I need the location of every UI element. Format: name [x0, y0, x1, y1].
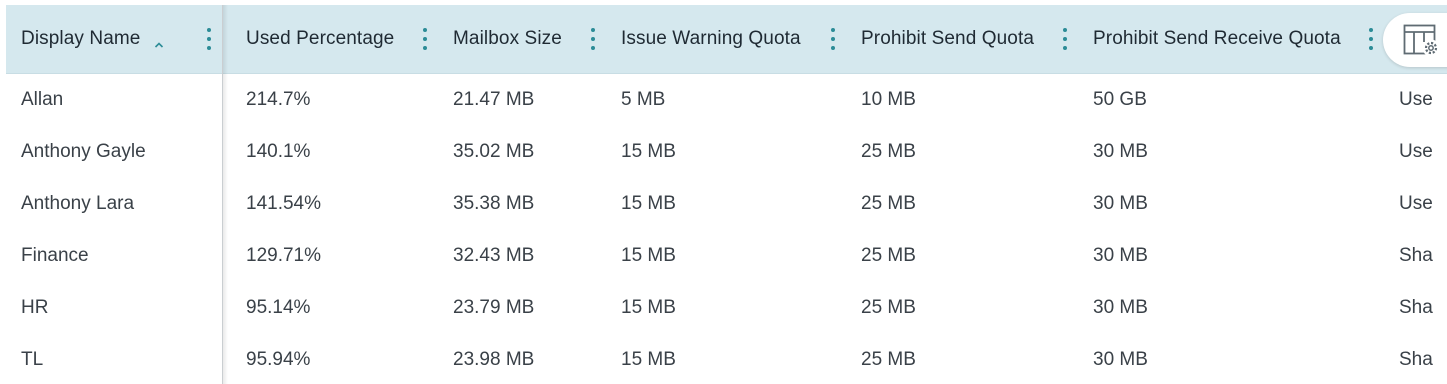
cell-used-percentage: 141.54%: [246, 193, 322, 214]
cell-mailbox-size: 23.98 MB: [453, 349, 535, 370]
cell-overflow: Use: [1399, 193, 1433, 214]
cell-used-percentage: 95.94%: [246, 349, 311, 370]
cell-issue-warning-quota: 15 MB: [621, 245, 676, 266]
mailbox-quota-grid: Display Name Used Percentage Mailbox Siz…: [6, 5, 1447, 384]
cell-display-name: Finance: [21, 245, 89, 266]
cell-prohibit-send-receive-quota: 30 MB: [1093, 245, 1148, 266]
cell-prohibit-send-receive-quota: 50 GB: [1093, 89, 1147, 110]
cell-issue-warning-quota: 5 MB: [621, 89, 666, 110]
cell-overflow: Use: [1399, 89, 1433, 110]
cell-issue-warning-quota: 15 MB: [621, 349, 676, 370]
cell-mailbox-size: 21.47 MB: [453, 89, 535, 110]
column-header-label: Used Percentage: [246, 28, 395, 49]
chevron-up-icon[interactable]: [154, 34, 164, 48]
column-header-label: Prohibit Send Receive Quota: [1093, 28, 1341, 49]
kebab-menu-icon[interactable]: [206, 28, 212, 50]
cell-mailbox-size: 32.43 MB: [453, 245, 535, 266]
cell-display-name: TL: [21, 349, 44, 370]
cell-display-name: Anthony Gayle: [21, 141, 146, 162]
cell-overflow: Sha: [1399, 245, 1433, 266]
column-header-label: Prohibit Send Quota: [861, 28, 1035, 49]
kebab-menu-icon[interactable]: [1368, 28, 1374, 50]
cell-prohibit-send-receive-quota: 30 MB: [1093, 141, 1148, 162]
cell-prohibit-send-quota: 10 MB: [861, 89, 916, 110]
pinned-column-divider: [222, 5, 223, 384]
cell-issue-warning-quota: 15 MB: [621, 297, 676, 318]
cell-overflow: Use: [1399, 141, 1433, 162]
column-header-prohibit-send-receive-quota[interactable]: Prohibit Send Receive Quota: [1093, 5, 1341, 73]
column-header-mailbox-size[interactable]: Mailbox Size: [453, 5, 562, 73]
column-header-label: Issue Warning Quota: [621, 28, 801, 49]
cell-used-percentage: 95.14%: [246, 297, 311, 318]
cell-display-name: Allan: [21, 89, 64, 110]
cell-prohibit-send-receive-quota: 30 MB: [1093, 193, 1148, 214]
kebab-menu-icon[interactable]: [422, 28, 428, 50]
cell-mailbox-size: 35.02 MB: [453, 141, 535, 162]
cell-display-name: Anthony Lara: [21, 193, 135, 214]
cell-prohibit-send-quota: 25 MB: [861, 193, 916, 214]
cell-prohibit-send-receive-quota: 30 MB: [1093, 297, 1148, 318]
cell-used-percentage: 214.7%: [246, 89, 311, 110]
cell-issue-warning-quota: 15 MB: [621, 141, 676, 162]
table-settings-icon: [1403, 24, 1440, 57]
cell-mailbox-size: 35.38 MB: [453, 193, 535, 214]
column-header-display-name[interactable]: Display Name: [21, 5, 164, 73]
column-header-used-percentage[interactable]: Used Percentage: [246, 5, 394, 73]
cell-mailbox-size: 23.79 MB: [453, 297, 535, 318]
column-header-label: Display Name: [21, 28, 141, 49]
kebab-menu-icon[interactable]: [830, 28, 836, 50]
cell-prohibit-send-quota: 25 MB: [861, 141, 916, 162]
column-header-label: Mailbox Size: [453, 28, 562, 49]
cell-display-name: HR: [21, 297, 49, 318]
cell-overflow: Sha: [1399, 349, 1433, 370]
column-header-issue-warning-quota[interactable]: Issue Warning Quota: [621, 5, 801, 73]
kebab-menu-icon[interactable]: [1062, 28, 1068, 50]
cell-issue-warning-quota: 15 MB: [621, 193, 676, 214]
cell-prohibit-send-quota: 25 MB: [861, 245, 916, 266]
table-settings-button[interactable]: [1383, 13, 1447, 67]
cell-used-percentage: 140.1%: [246, 141, 311, 162]
cell-overflow: Sha: [1399, 297, 1433, 318]
cell-used-percentage: 129.71%: [246, 245, 322, 266]
cell-prohibit-send-quota: 25 MB: [861, 297, 916, 318]
kebab-menu-icon[interactable]: [590, 28, 596, 50]
cell-prohibit-send-quota: 25 MB: [861, 349, 916, 370]
column-header-prohibit-send-quota[interactable]: Prohibit Send Quota: [861, 5, 1034, 73]
cell-prohibit-send-receive-quota: 30 MB: [1093, 349, 1148, 370]
